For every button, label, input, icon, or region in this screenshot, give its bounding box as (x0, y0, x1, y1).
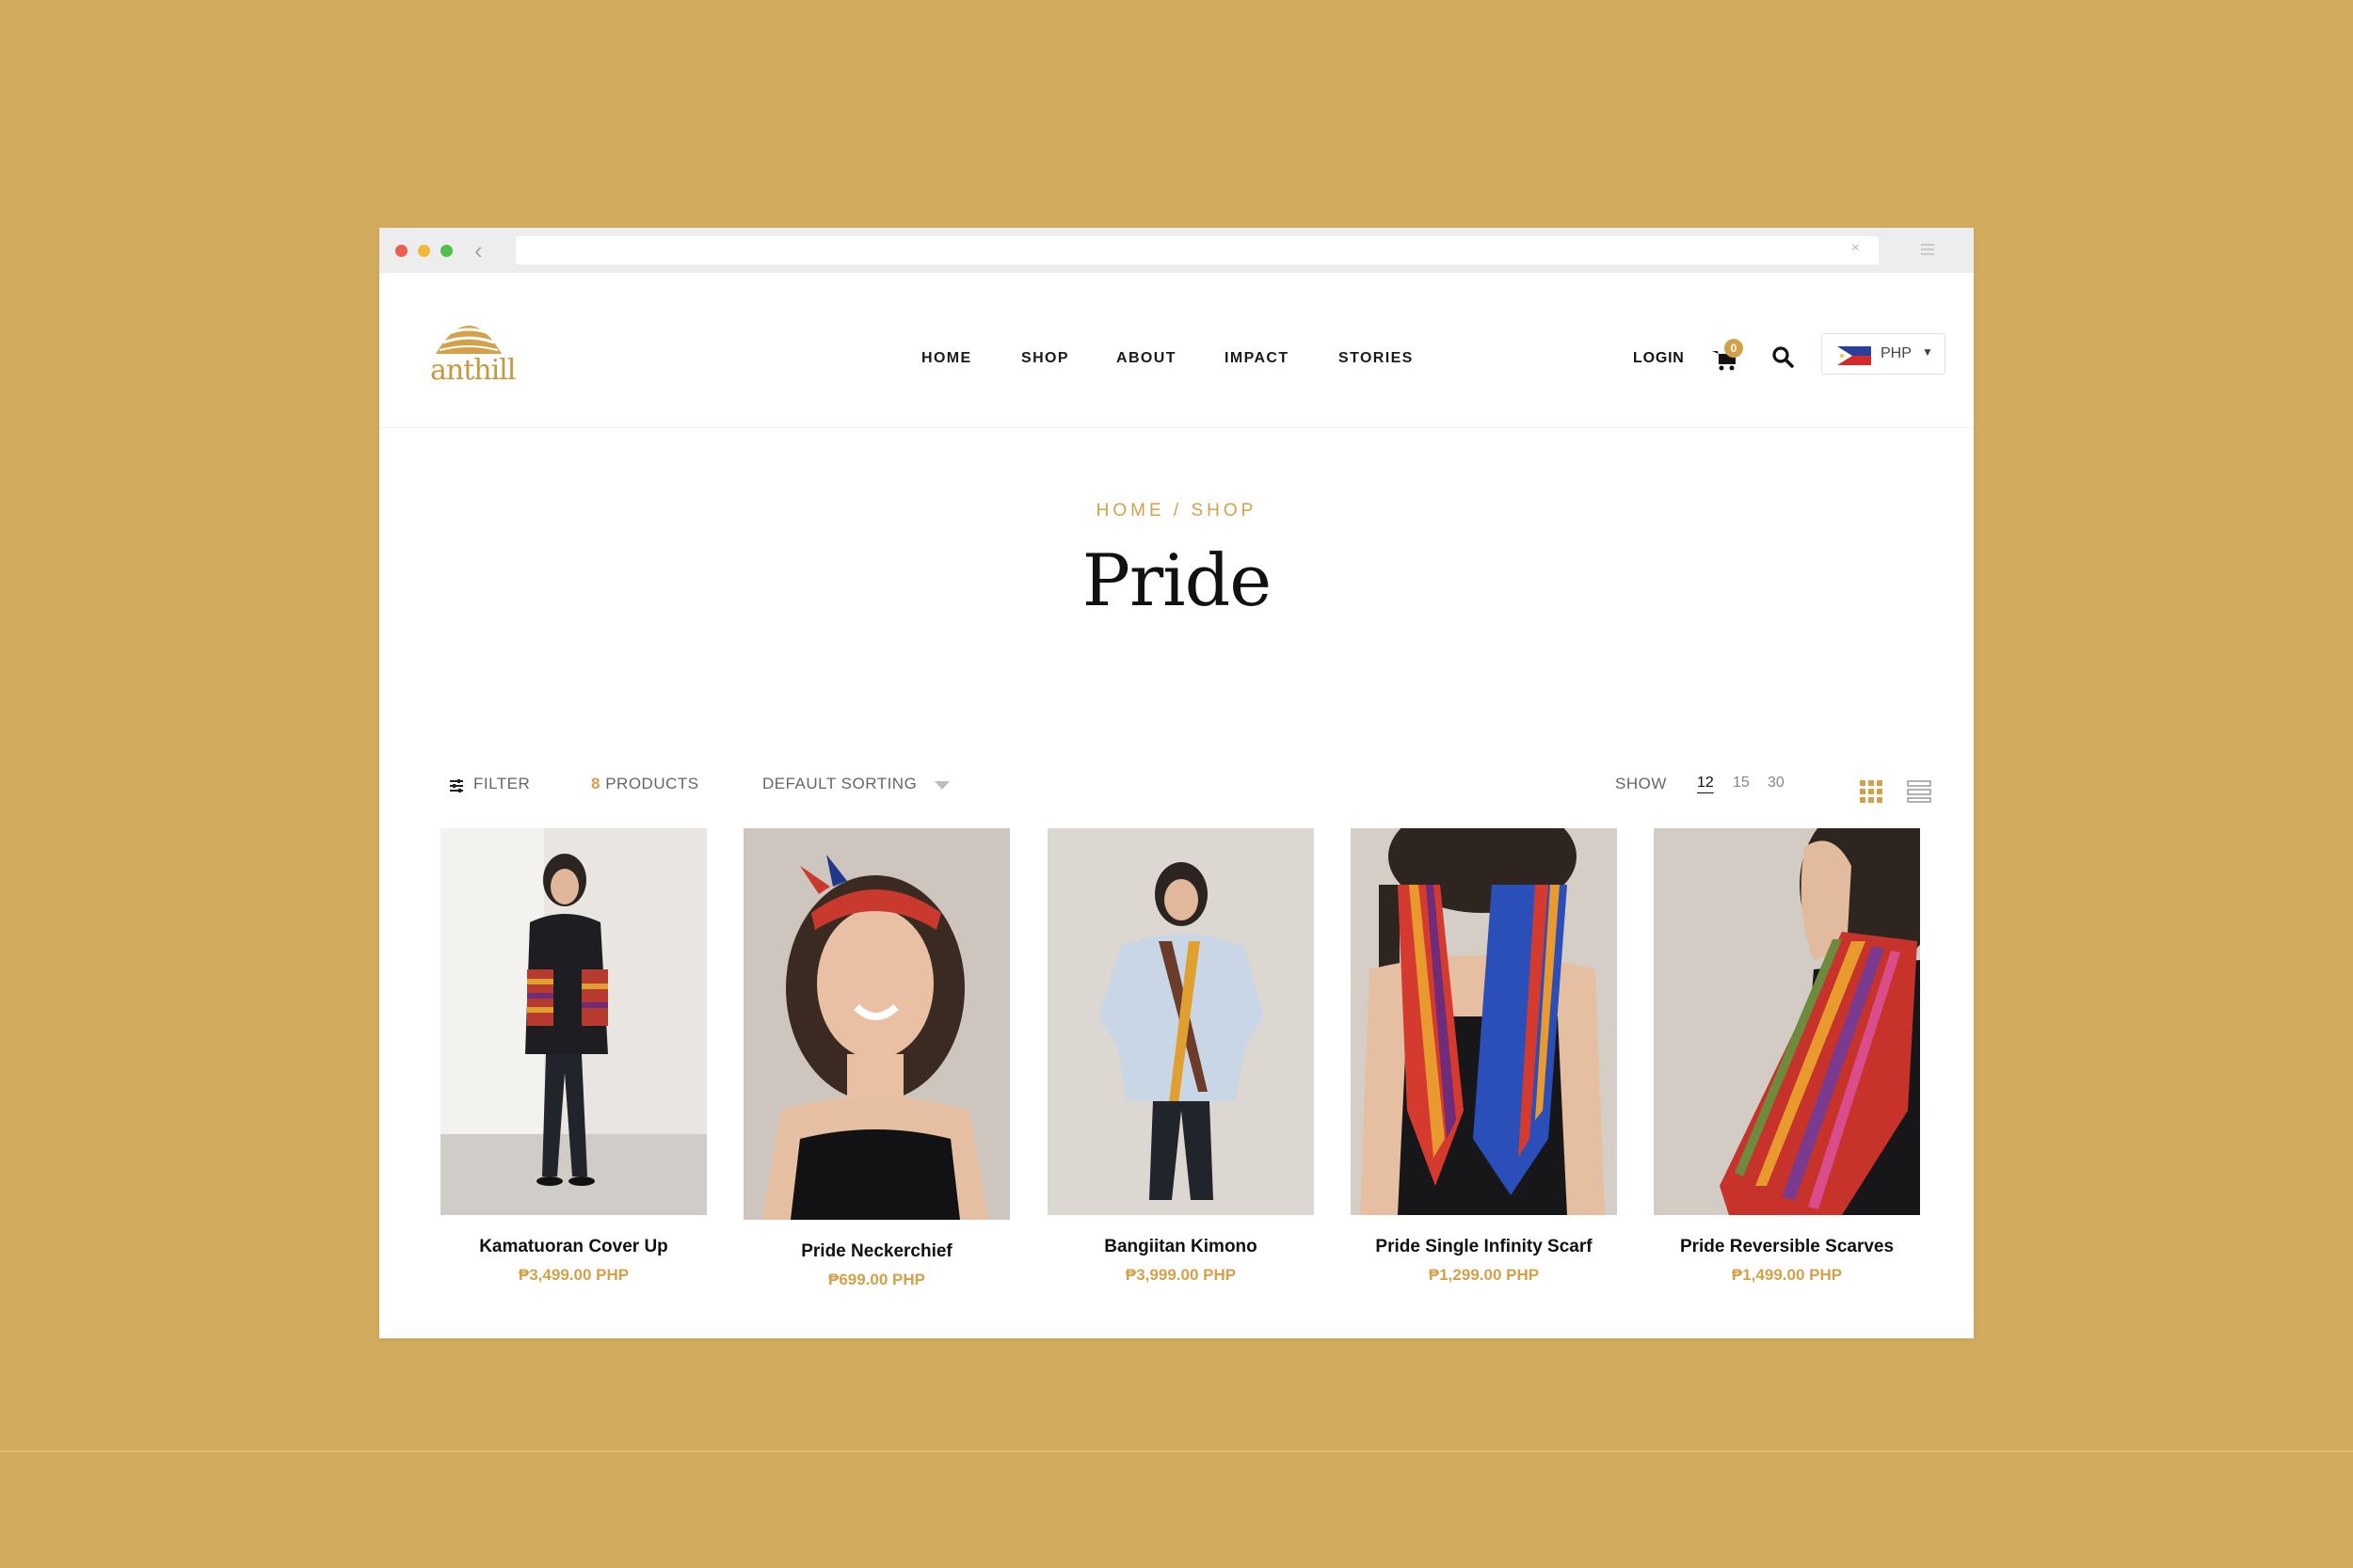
product-image[interactable] (440, 828, 707, 1215)
product-price: ₱1,499.00 PHP (1731, 1266, 1843, 1284)
products-count: 8 PRODUCTS (591, 775, 699, 793)
currency-selector[interactable]: PHP ▼ (1821, 333, 1945, 375)
grid-view-icon[interactable] (1860, 780, 1882, 803)
cart-count-badge: 0 (1724, 339, 1743, 358)
sorting-select[interactable]: DEFAULT SORTING (762, 775, 917, 793)
shop-toolbar: FILTER 8 PRODUCTS DEFAULT SORTING SHOW 1… (379, 774, 1974, 803)
product-image[interactable] (1048, 828, 1314, 1215)
product-card[interactable]: Pride Reversible Scarves ₱1,499.00 PHP (1654, 828, 1920, 1285)
show-option-12[interactable]: 12 (1697, 775, 1714, 792)
product-price: ₱699.00 PHP (827, 1271, 925, 1288)
product-name[interactable]: Pride Single Infinity Scarf (1351, 1232, 1617, 1262)
minimize-window-button[interactable] (418, 245, 430, 257)
product-price: ₱1,299.00 PHP (1428, 1266, 1540, 1284)
browser-toolbar: ‹ × (379, 228, 1974, 273)
product-image[interactable] (1654, 828, 1920, 1215)
nav-shop[interactable]: SHOP (1021, 350, 1069, 367)
product-price: ₱3,999.00 PHP (1125, 1266, 1237, 1284)
product-card[interactable]: Pride Single Infinity Scarf ₱1,299.00 PH… (1351, 828, 1617, 1285)
search-icon[interactable] (1770, 344, 1795, 369)
product-card[interactable]: Bangiitan Kimono ₱3,999.00 PHP (1048, 828, 1314, 1285)
background-divider (0, 1450, 2353, 1452)
nav-impact[interactable]: IMPACT (1225, 350, 1289, 367)
sort-caret-icon[interactable] (935, 781, 950, 790)
list-view-icon[interactable] (1907, 780, 1931, 803)
product-name[interactable]: Bangiitan Kimono (1048, 1232, 1314, 1262)
product-name[interactable]: Kamatuoran Cover Up (440, 1232, 707, 1262)
product-image[interactable] (1351, 828, 1617, 1215)
chevron-down-icon: ▼ (1922, 345, 1933, 359)
product-card[interactable]: Kamatuoran Cover Up ₱3,499.00 PHP (440, 828, 707, 1285)
page-title: Pride (1081, 538, 1272, 622)
products-count-number: 8 (591, 775, 600, 792)
nav-home[interactable]: HOME (921, 350, 972, 367)
show-label: SHOW (1615, 775, 1667, 792)
nav-about[interactable]: ABOUT (1116, 350, 1176, 367)
back-arrow-icon[interactable]: ‹ (474, 237, 483, 264)
product-name[interactable]: Pride Neckerchief (744, 1237, 1010, 1267)
login-link[interactable]: LOGIN (1633, 350, 1685, 367)
filter-sliders-icon[interactable] (449, 778, 464, 793)
product-card[interactable]: Pride Neckerchief ₱699.00 PHP (744, 828, 1010, 1289)
breadcrumb[interactable]: HOME / SHOP (379, 501, 1974, 521)
browser-window: ‹ × anthill HOME SHOP ABOUT IMPACT STORI… (379, 228, 1974, 1338)
clear-url-icon[interactable]: × (1851, 240, 1860, 257)
show-option-30[interactable]: 30 (1768, 775, 1785, 792)
product-price: ₱3,499.00 PHP (518, 1266, 630, 1284)
filter-button[interactable]: FILTER (473, 775, 530, 793)
currency-label: PHP (1881, 345, 1912, 361)
browser-menu-icon[interactable] (1921, 244, 1934, 258)
products-count-label: PRODUCTS (605, 775, 699, 792)
product-image[interactable] (744, 828, 1010, 1220)
show-option-15[interactable]: 15 (1733, 775, 1750, 792)
logo-wordmark: anthill (430, 354, 516, 387)
anthill-mound-icon (436, 319, 502, 354)
nav-stories[interactable]: STORIES (1338, 350, 1414, 367)
close-window-button[interactable] (395, 245, 408, 257)
anthill-logo[interactable]: anthill (426, 301, 516, 395)
maximize-window-button[interactable] (440, 245, 453, 257)
address-bar[interactable]: × (516, 236, 1879, 264)
site-header: anthill HOME SHOP ABOUT IMPACT STORIES L… (379, 273, 1974, 428)
philippines-flag-icon (1837, 346, 1871, 365)
product-name[interactable]: Pride Reversible Scarves (1654, 1232, 1920, 1262)
